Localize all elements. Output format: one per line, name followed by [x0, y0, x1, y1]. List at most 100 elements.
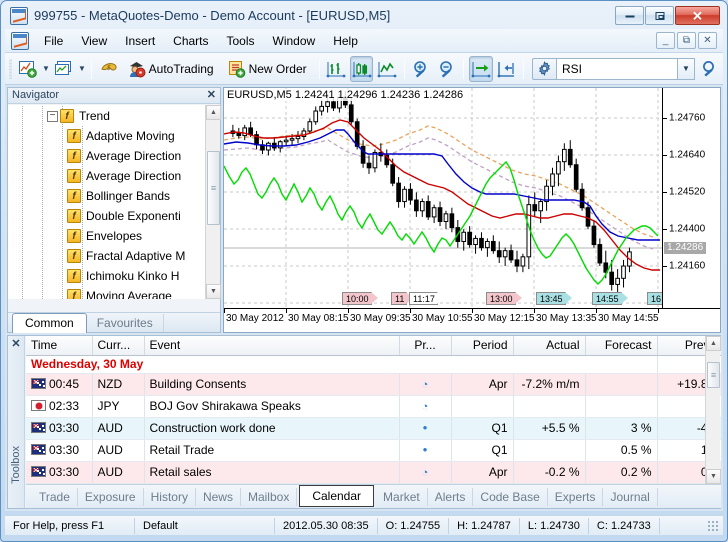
navigator-tree-item[interactable]: f Average Direction [8, 166, 220, 186]
chart-plot-area[interactable] [224, 88, 662, 309]
navigator-tab-favourites[interactable]: Favourites [87, 314, 164, 332]
chart-event-marker[interactable]: 13:45 [536, 292, 571, 305]
toolbox-tab-experts[interactable]: Experts [548, 487, 604, 506]
column-header-currency[interactable]: Curr... [92, 336, 145, 356]
navigator-tree-item[interactable]: f Bollinger Bands [8, 186, 220, 206]
status-bar: For Help, press F1 Default 2012.05.30 08… [5, 515, 723, 535]
toolbox-tab-news[interactable]: News [196, 487, 241, 506]
autotrading-button[interactable]: AutoTrading [123, 56, 221, 82]
navigator-tree-item[interactable]: f Moving Average [8, 286, 220, 299]
menu-item-insert[interactable]: Insert [116, 31, 164, 51]
scroll-up-icon[interactable]: ▲ [206, 105, 221, 120]
toolbox-panel: ✕ Toolbox Time Curr... Event Pr... Perio… [7, 335, 721, 509]
mdi-minimize-button[interactable]: _ [656, 32, 675, 49]
chart-shift-button[interactable] [495, 56, 518, 82]
scroll-up-icon[interactable]: ▲ [706, 336, 721, 351]
mdi-restore-button[interactable]: ⧉ [677, 32, 696, 49]
time-label: 30 May 12:15 [474, 313, 535, 324]
bar-chart-button[interactable] [325, 56, 348, 82]
zoom-out-button[interactable] [435, 56, 458, 82]
navigator-tree-item[interactable]: f Ichimoku Kinko H [8, 266, 220, 286]
resize-grip[interactable] [707, 519, 719, 532]
table-row[interactable]: 03:30AUDRetail sales◔Apr-0.2 %0.2 %0.9 % [26, 461, 721, 484]
chart-time-scale[interactable]: 30 May 2012 30 May 08:15 30 May 09:35 30… [224, 308, 720, 332]
navigator-close-icon[interactable]: ✕ [207, 89, 216, 102]
chart-event-marker[interactable]: 11:17 [409, 292, 444, 305]
chart-window[interactable]: EURUSD,M5 1.24241 1.24296 1.24236 1.2428… [223, 87, 721, 333]
toolbox-tab-exposure[interactable]: Exposure [78, 487, 144, 506]
calendar-grid[interactable]: Time Curr... Event Pr... Period Actual F… [26, 336, 721, 484]
navigator-tree-item[interactable]: f Average Direction [8, 146, 220, 166]
new-order-button[interactable]: New Order [223, 56, 314, 82]
cell-event: BOJ Gov Shirakawa Speaks [144, 395, 400, 418]
chart-event-marker[interactable]: 10:00 [342, 292, 377, 305]
toolbox-tab-code-base[interactable]: Code Base [473, 487, 548, 506]
navigator-tree-item[interactable]: f Envelopes [8, 226, 220, 246]
indicator-list-button[interactable]: $ [97, 56, 120, 82]
menu-item-tools[interactable]: Tools [218, 31, 264, 51]
table-row[interactable]: 00:45 NZD Building Consents ◔ Apr -7.2% m/m +1… [26, 373, 721, 396]
table-row[interactable]: 03:30AUDRetail Trade•Q10.5 %1.8 % [26, 439, 721, 462]
column-header-period[interactable]: Period [451, 336, 514, 356]
navigator-tab-common[interactable]: Common [12, 313, 87, 333]
toolbox-tab-calendar[interactable]: Calendar [299, 484, 375, 507]
search-icon[interactable] [697, 56, 723, 82]
table-row[interactable]: 02:33 JPY BOJ Gov Shirakawa Speaks ◔ [26, 395, 721, 418]
chart-event-marker[interactable]: 13:00 [486, 292, 521, 305]
mdi-close-button[interactable]: ✕ [698, 32, 717, 49]
navigator-tree-item-label: Ichimoku Kinko H [86, 269, 180, 283]
time-label: 30 May 09:35 [350, 313, 411, 324]
menu-item-help[interactable]: Help [324, 31, 367, 51]
column-header-actual[interactable]: Actual [513, 336, 586, 356]
navigator-tree[interactable]: − f Trend f Adaptive Moving f Average Directio… [8, 105, 220, 299]
new-chart-button[interactable] [16, 56, 39, 82]
window-maximize-button[interactable] [645, 6, 674, 25]
toolbox-close-icon[interactable]: ✕ [8, 337, 24, 350]
column-header-time[interactable]: Time [26, 336, 93, 356]
gear-icon[interactable] [532, 57, 557, 80]
navigator-scroll-thumb[interactable] [207, 151, 220, 225]
tree-collapse-icon[interactable]: − [47, 110, 58, 122]
window-close-button[interactable]: ✕ [675, 6, 720, 25]
toolbar-grip[interactable] [9, 58, 13, 79]
navigator-scrollbar[interactable]: ▲ ▼ [205, 105, 221, 299]
table-row[interactable]: 03:30 AUD Construction work done • Q1 +5.5 % 3… [26, 417, 721, 440]
indicator-dropdown-arrow[interactable]: ▼ [678, 57, 696, 80]
menu-item-charts[interactable]: Charts [164, 31, 217, 51]
cell-period: Q1 [451, 417, 514, 440]
toolbox-tab-mailbox[interactable]: Mailbox [241, 487, 298, 506]
navigator-tree-item[interactable]: f Double Exponenti [8, 206, 220, 226]
profiles-dropdown-arrow[interactable]: ▼ [77, 56, 88, 82]
chart-event-marker[interactable]: 11 [391, 292, 414, 305]
cell-currency: JPY [92, 395, 145, 418]
profiles-button[interactable] [52, 56, 75, 82]
calendar-scrollbar[interactable]: ▲ ▼ [705, 336, 721, 484]
chart-event-marker[interactable]: 14:55 [592, 292, 627, 305]
indicator-input[interactable]: RSI [556, 57, 679, 80]
column-header-event[interactable]: Event [144, 336, 400, 356]
navigator-tree-item[interactable]: f Adaptive Moving [8, 126, 220, 146]
navigator-tree-item[interactable]: f Fractal Adaptive M [8, 246, 220, 266]
toolbox-tab-market[interactable]: Market [376, 487, 428, 506]
new-chart-dropdown-arrow[interactable]: ▼ [41, 56, 52, 82]
zoom-in-button[interactable] [410, 56, 433, 82]
chart-price-scale[interactable]: 1.24760 1.24640 1.24520 1.24400 1.24160 … [662, 88, 720, 309]
menu-item-view[interactable]: View [72, 31, 116, 51]
scroll-down-icon[interactable]: ▼ [706, 469, 721, 484]
auto-scroll-button[interactable] [469, 55, 493, 82]
scroll-down-icon[interactable]: ▼ [206, 284, 221, 299]
candlestick-chart-button[interactable] [349, 55, 374, 82]
menu-item-file[interactable]: File [35, 31, 72, 51]
menu-item-window[interactable]: Window [264, 31, 325, 51]
toolbox-tab-alerts[interactable]: Alerts [428, 487, 474, 506]
column-header-forecast[interactable]: Forecast [585, 336, 658, 356]
toolbox-tab-journal[interactable]: Journal [603, 487, 658, 506]
line-chart-button[interactable] [375, 56, 398, 82]
toolbox-tab-history[interactable]: History [144, 487, 196, 506]
column-header-priority[interactable]: Pr... [399, 336, 452, 356]
navigator-tree-item[interactable]: − f Trend [8, 106, 220, 126]
cell-period: Apr [451, 373, 514, 396]
window-minimize-button[interactable] [615, 6, 644, 25]
toolbox-tab-trade[interactable]: Trade [32, 487, 78, 506]
calendar-scroll-thumb[interactable] [707, 362, 720, 388]
